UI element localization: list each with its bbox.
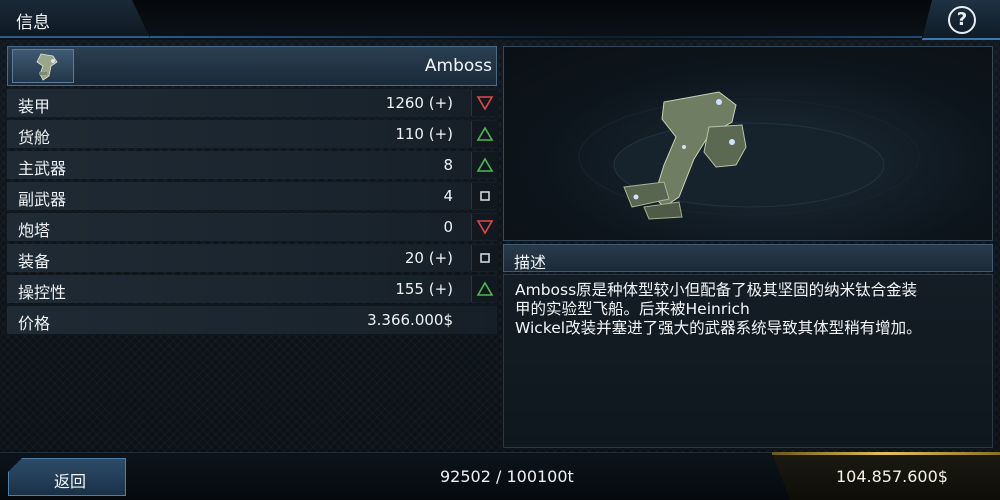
stat-label: 操控性 — [18, 283, 67, 302]
triangle-up-icon — [471, 152, 497, 178]
stat-label: 货舱 — [18, 128, 51, 147]
stat-row: 装备 20 (+) — [7, 244, 497, 272]
square-icon — [471, 183, 497, 209]
ship-icon — [36, 53, 58, 81]
help-button[interactable]: ? — [922, 0, 1000, 40]
description-title: 描述 — [514, 253, 547, 272]
stat-label: 副武器 — [18, 190, 67, 209]
stat-row: 货舱 110 (+) — [7, 120, 497, 148]
ship-preview — [503, 46, 993, 241]
stat-row: 主武器 8 — [7, 151, 497, 179]
credits-display: 104.857.600$ — [772, 452, 1000, 500]
page-title: 信息 — [16, 13, 50, 33]
credits-border — [772, 452, 1000, 455]
description-panel: Amboss原是种体型较小但配备了极其坚固的纳米钛合金装 甲的实验型飞船。后来被… — [503, 274, 993, 448]
cargo-capacity: 92502 / 100100t — [440, 467, 574, 486]
help-icon: ? — [948, 6, 976, 34]
triangle-up-icon — [471, 121, 497, 147]
ship-header: Amboss — [7, 46, 497, 86]
stat-value: 0 — [443, 218, 453, 236]
header-divider — [150, 36, 922, 38]
stat-value: 20 (+) — [404, 249, 453, 267]
stat-row: 操控性 155 (+) — [7, 275, 497, 303]
stat-label: 价格 — [18, 314, 51, 333]
stat-value: 155 (+) — [395, 280, 453, 298]
ship-model-image — [578, 91, 920, 220]
stat-row: 副武器 4 — [7, 182, 497, 210]
description-text: Amboss原是种体型较小但配备了极其坚固的纳米钛合金装 甲的实验型飞船。后来被… — [515, 281, 922, 337]
stat-row: 装甲 1260 (+) — [7, 89, 497, 117]
stat-row: 炮塔 0 — [7, 213, 497, 241]
triangle-down-icon — [471, 90, 497, 116]
triangle-down-icon — [471, 214, 497, 240]
stat-row: 价格 3.366.000$ — [7, 306, 497, 334]
stats-list: 装甲 1260 (+) 货舱 110 (+) 主武器 8 副武器 4 炮塔 0 装备 20 (+) 操控… — [7, 89, 497, 337]
back-button-label: 返回 — [54, 472, 87, 491]
ship-name: Amboss — [424, 56, 492, 76]
stat-label: 装备 — [18, 252, 51, 271]
stat-label: 装甲 — [18, 97, 51, 116]
stat-value: 1260 (+) — [385, 94, 453, 112]
title-tab: 信息 — [0, 0, 150, 38]
description-header: 描述 — [503, 244, 993, 272]
credits-amount: 104.857.600$ — [836, 467, 948, 486]
stat-label: 炮塔 — [18, 221, 51, 240]
triangle-up-icon — [471, 276, 497, 302]
stat-value: 3.366.000$ — [367, 311, 453, 329]
stat-value: 4 — [443, 187, 453, 205]
ship-thumbnail — [12, 49, 74, 83]
top-bar: 信息 ? — [0, 0, 1000, 40]
stat-value: 110 (+) — [395, 125, 453, 143]
stat-label: 主武器 — [18, 159, 67, 178]
stat-value: 8 — [443, 156, 453, 174]
square-icon — [471, 245, 497, 271]
back-button[interactable]: 返回 — [8, 458, 126, 496]
